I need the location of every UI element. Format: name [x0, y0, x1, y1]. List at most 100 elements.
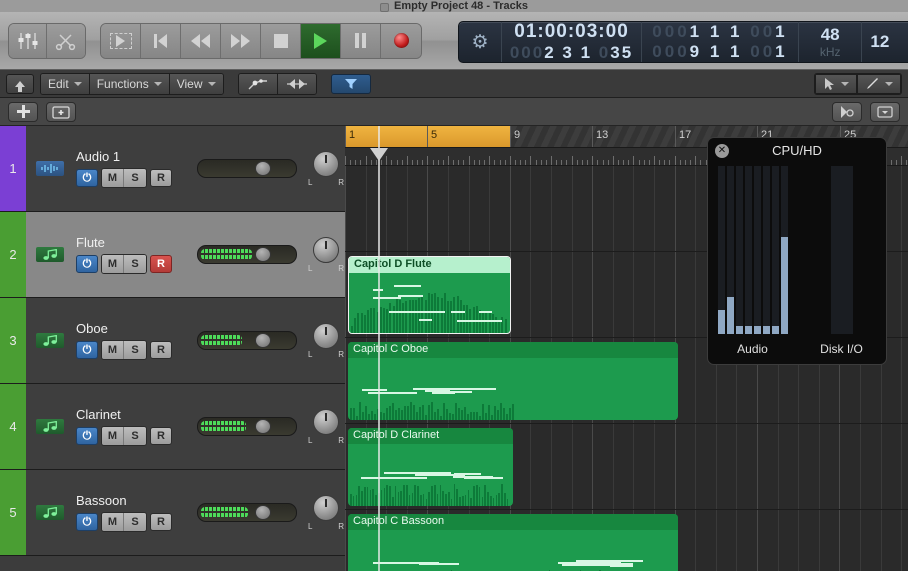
midi-note-icon[interactable] — [36, 247, 64, 262]
add-track-options-button[interactable] — [46, 101, 76, 122]
volume-fader[interactable] — [197, 417, 297, 436]
mute-button[interactable]: M — [102, 341, 124, 359]
lcd-sample-rate-section[interactable]: 48 kHz — [799, 22, 863, 62]
record-enable-button[interactable]: R — [150, 255, 172, 273]
view-menu[interactable]: View — [169, 73, 223, 94]
cycle-button[interactable] — [101, 23, 141, 58]
track-name[interactable]: Clarinet — [76, 407, 187, 422]
region-note-bar — [504, 493, 506, 506]
solo-button[interactable]: S — [124, 169, 146, 187]
close-icon[interactable]: ✕ — [715, 144, 729, 158]
pan-knob[interactable] — [313, 322, 339, 349]
solo-button[interactable]: S — [124, 255, 146, 273]
beat-tick — [890, 160, 892, 165]
lcd-locators-section[interactable]: 0001 1 1 001 0009 1 1 001 — [642, 22, 799, 62]
track-name[interactable]: Oboe — [76, 321, 187, 336]
region[interactable]: Capitol D Clarinet — [348, 428, 513, 506]
fader-handle[interactable] — [254, 161, 271, 176]
lcd-display[interactable]: ⚙ 01:00:03:00 0002 3 1 035 0001 1 1 001 … — [458, 21, 908, 63]
add-track-button[interactable] — [8, 101, 38, 122]
track-header-clarinet[interactable]: 4 Clarinet ⏻ M S R L R — [0, 384, 345, 470]
region[interactable]: Capitol D Flute — [348, 256, 511, 334]
pan-knob[interactable] — [313, 494, 339, 521]
mute-button[interactable]: M — [102, 513, 124, 531]
mixer-icon[interactable] — [9, 23, 47, 58]
scissors-icon[interactable] — [47, 23, 85, 58]
region-note-bar — [403, 485, 405, 506]
track-name[interactable]: Audio 1 — [76, 149, 187, 164]
midi-note-icon[interactable] — [36, 333, 64, 348]
mute-button[interactable]: M — [102, 427, 124, 445]
chevron-down-icon — [153, 81, 162, 86]
stop-button[interactable] — [261, 23, 301, 58]
fader-handle[interactable] — [254, 419, 271, 434]
automation-icon[interactable] — [238, 73, 278, 94]
track-flag-icon[interactable] — [832, 101, 862, 122]
region-note-bar — [462, 496, 464, 506]
cpu-hd-window[interactable]: ✕ CPU/HD Audio Disk I/O — [707, 137, 887, 365]
volume-fader[interactable] — [197, 159, 297, 178]
grid-line — [695, 424, 697, 509]
lcd-settings-button[interactable]: ⚙ — [459, 22, 502, 62]
waveform-icon[interactable] — [36, 161, 64, 176]
go-to-beginning-button[interactable] — [141, 23, 181, 58]
functions-menu[interactable]: Functions — [89, 73, 170, 94]
beat-tick — [355, 160, 357, 165]
track-header-flute[interactable]: 2 Flute ⏻ M S R L R — [0, 212, 345, 298]
rewind-button[interactable] — [181, 23, 221, 58]
fader-handle[interactable] — [254, 247, 271, 262]
track-enable-button[interactable]: ⏻ — [76, 341, 98, 359]
solo-button[interactable]: S — [124, 341, 146, 359]
beat-tick — [648, 160, 650, 165]
track-enable-button[interactable]: ⏻ — [76, 255, 98, 273]
edit-menu[interactable]: Edit — [41, 73, 90, 94]
solo-button[interactable]: S — [124, 427, 146, 445]
pan-knob[interactable] — [313, 408, 339, 435]
lcd-time-section[interactable]: 01:00:03:00 0002 3 1 035 — [502, 21, 643, 62]
forward-button[interactable] — [221, 23, 261, 58]
record-button[interactable] — [381, 23, 421, 58]
lcd-extra-section[interactable]: 12 — [862, 22, 908, 62]
track-name[interactable]: Bassoon — [76, 493, 187, 508]
record-enable-button[interactable]: R — [150, 427, 172, 445]
solo-button[interactable]: S — [124, 513, 146, 531]
track-enable-button[interactable]: ⏻ — [76, 427, 98, 445]
volume-fader[interactable] — [197, 245, 297, 264]
region-automation-line — [419, 318, 433, 321]
volume-fader[interactable] — [197, 331, 297, 350]
pointer-tool[interactable] — [815, 73, 857, 94]
play-button[interactable] — [301, 23, 341, 58]
region[interactable]: Capitol C Oboe — [348, 342, 678, 420]
record-enable-button[interactable]: R — [150, 513, 172, 531]
track-list-icon[interactable] — [870, 101, 900, 122]
region-note-bar — [392, 403, 394, 420]
region[interactable]: Capitol C Bassoon — [348, 514, 678, 571]
region-lane[interactable]: Capitol D Clarinet — [345, 424, 908, 510]
track-enable-button[interactable]: ⏻ — [76, 169, 98, 187]
pan-knob[interactable] — [313, 236, 339, 263]
track-header-oboe[interactable]: 3 Oboe ⏻ M S R L R — [0, 298, 345, 384]
playhead-handle[interactable] — [370, 148, 388, 161]
region-lane[interactable]: Capitol C Bassoon — [345, 510, 908, 571]
mute-button[interactable]: M — [102, 255, 124, 273]
record-enable-button[interactable]: R — [150, 169, 172, 187]
flex-icon[interactable] — [277, 73, 316, 94]
midi-note-icon[interactable] — [36, 419, 64, 434]
fader-handle[interactable] — [254, 505, 271, 520]
pause-button[interactable] — [341, 23, 381, 58]
region-filter-icon[interactable] — [330, 73, 371, 94]
track-enable-button[interactable]: ⏻ — [76, 513, 98, 531]
mute-button[interactable]: M — [102, 169, 124, 187]
record-enable-button[interactable]: R — [150, 341, 172, 359]
audio-meter-bar — [780, 166, 788, 334]
track-name[interactable]: Flute — [76, 235, 187, 250]
track-header-audio-1[interactable]: 1 Audio 1 ⏻ M S R L R — [0, 126, 345, 212]
hide-tracks-button[interactable] — [6, 73, 34, 94]
midi-note-icon[interactable] — [36, 505, 64, 520]
track-header-bassoon[interactable]: 5 Bassoon ⏻ M S R L R — [0, 470, 345, 556]
pan-knob[interactable] — [313, 150, 339, 177]
pencil-tool[interactable] — [857, 73, 901, 94]
volume-fader[interactable] — [197, 503, 297, 522]
region-note-bar — [356, 415, 358, 420]
fader-handle[interactable] — [254, 333, 271, 348]
